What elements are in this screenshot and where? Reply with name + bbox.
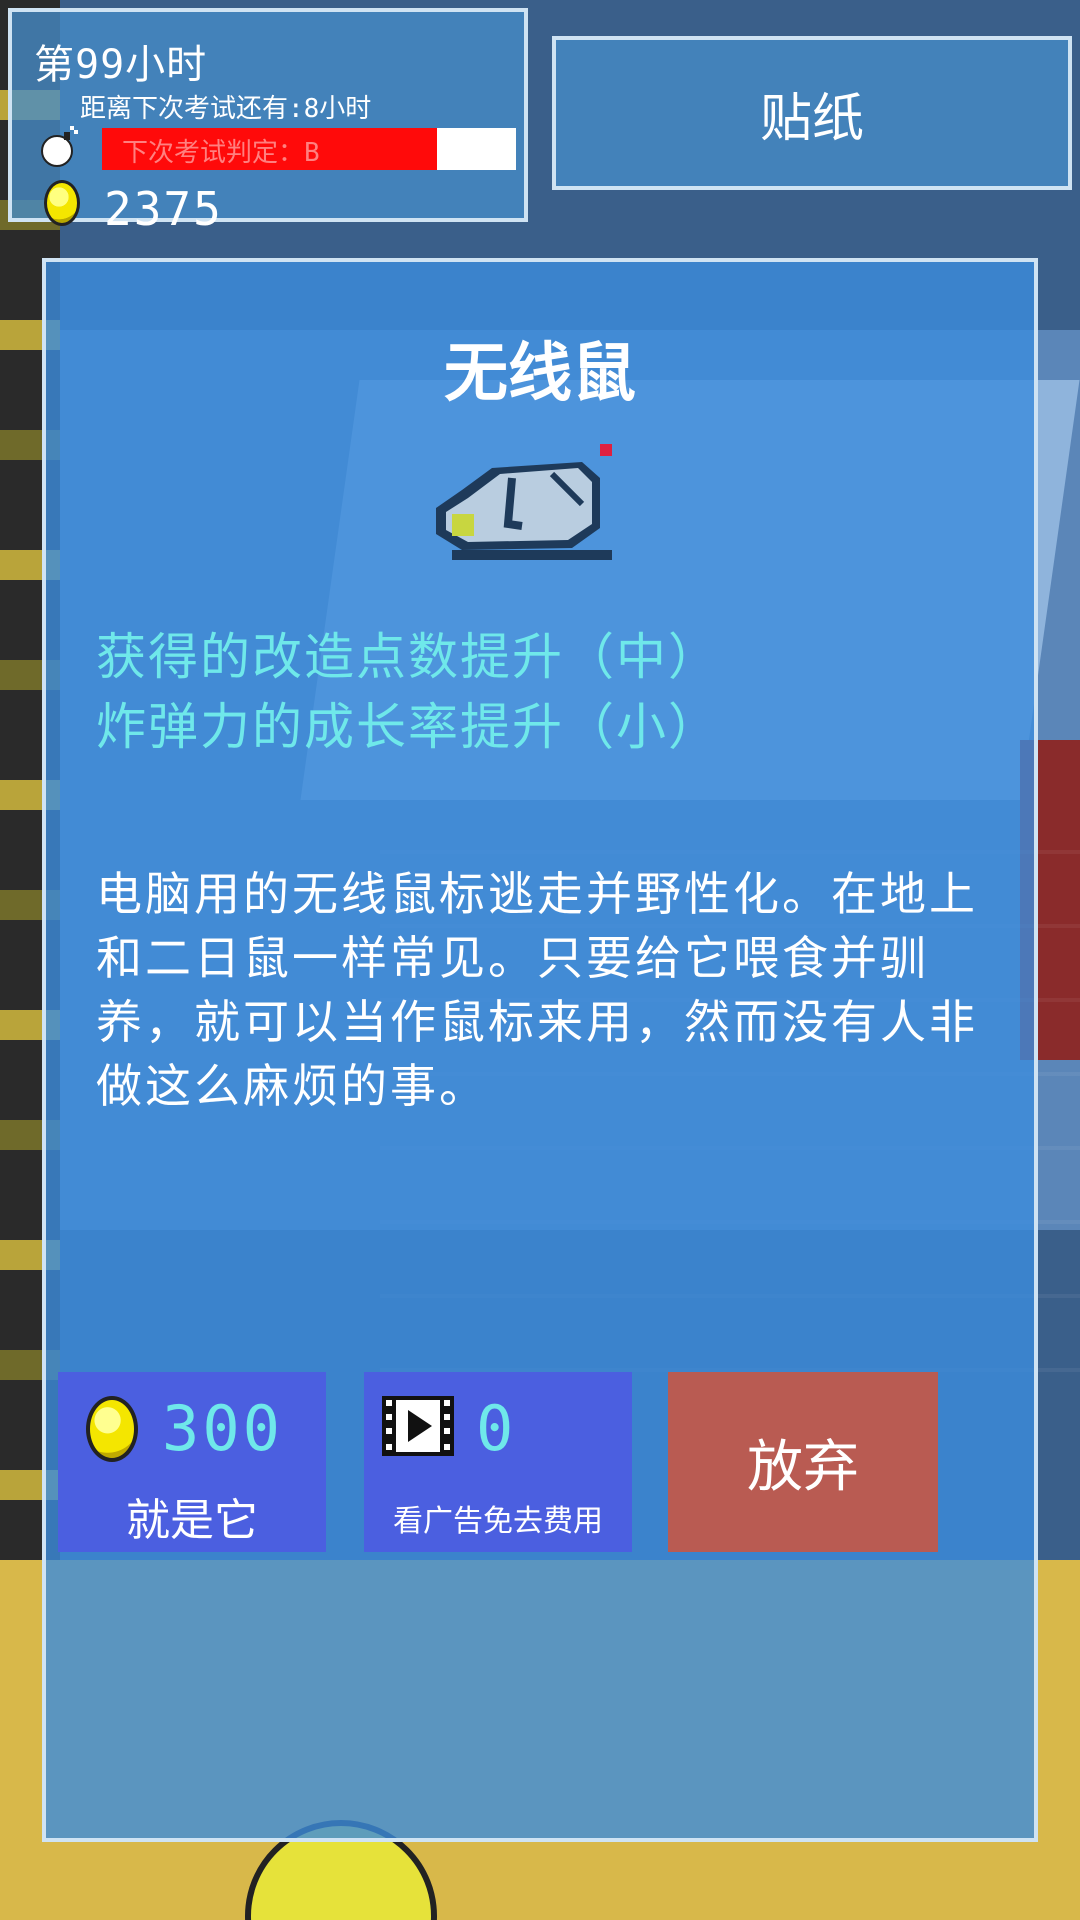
film-play-icon [382,1396,454,1456]
give-up-label: 放弃 [747,1434,859,1500]
status-hud: 第99小时 距离下次考试还有:8小时 下次考试判定：B 2375 [8,8,528,236]
buy-button[interactable]: 300 就是它 [58,1372,326,1552]
hour-counter: 第99小时 [34,42,208,88]
coin-count: 2375 [104,182,223,236]
item-effects: 获得的改造点数提升（中） 炸弹力的成长率提升（小） [96,622,996,762]
wireless-mouse-icon [436,444,612,560]
give-up-button[interactable]: 放弃 [668,1372,938,1552]
item-description: 电脑用的无线鼠标逃走并野性化。在地上和二日鼠一样常见。只要给它喂食并驯养，就可以… [96,867,978,1113]
exam-grade-bar: 下次考试判定：B [102,128,516,170]
buy-button-label: 就是它 [126,1495,258,1546]
sticker-button-label: 贴纸 [759,88,864,149]
effect-line: 炸弹力的成长率提升（小） [96,698,720,756]
watch-ad-label: 看广告免去费用 [393,1504,603,1539]
item-detail-panel: 无线鼠 获得的改造点数提升（中） 炸弹力的成长率提升（小） 电脑用的无线鼠标逃走… [42,258,1038,1842]
buy-price: 300 [162,1392,283,1465]
bomb-icon [41,126,78,167]
sticker-button[interactable]: 贴纸 [552,36,1072,190]
watch-ad-button[interactable]: 0 看广告免去费用 [364,1372,632,1552]
exam-grade-label: 下次考试判定：B [122,138,320,168]
ad-count: 0 [476,1392,514,1465]
effect-line: 获得的改造点数提升（中） [96,628,720,686]
item-title: 无线鼠 [444,337,636,411]
coin-icon [86,1396,138,1462]
exam-countdown: 距离下次考试还有:8小时 [80,94,372,124]
coin-icon [44,180,80,226]
